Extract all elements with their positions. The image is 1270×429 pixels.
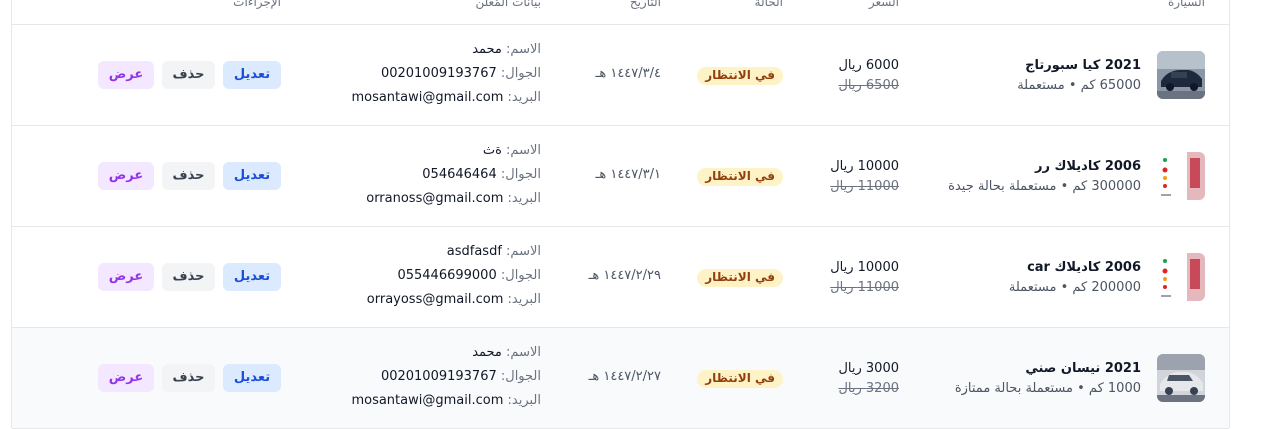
car-thumbnail[interactable]: [1157, 152, 1205, 200]
edit-button[interactable]: تعديل: [223, 263, 281, 291]
header-seller: بيانات المُعلن: [475, 0, 541, 9]
view-button[interactable]: عرض: [98, 162, 154, 190]
status-badge: في الانتظار: [697, 67, 783, 85]
table-row: 2021 نيسان صني 1000 كم • مستعملة بحالة م…: [12, 328, 1229, 429]
status-badge: في الانتظار: [697, 370, 783, 388]
seller-name: الاسم: محمد: [472, 345, 541, 360]
car-title: 2021 نيسان صني: [1025, 361, 1141, 376]
header-actions: الإجراءات: [233, 0, 281, 9]
listing-date: ١٤٤٧/٢/٢٧ هـ: [588, 369, 661, 384]
edit-button[interactable]: تعديل: [223, 364, 281, 392]
car-subtitle: 300000 كم • مستعملة بحالة جيدة: [948, 179, 1141, 194]
header-car: السيارة: [1167, 0, 1205, 9]
seller-email: البريد: orrayoss@gmail.com: [366, 292, 541, 307]
edit-button[interactable]: تعديل: [223, 162, 281, 190]
old-price: 3200 ريال: [838, 381, 899, 396]
car-subtitle: 1000 كم • مستعملة بحالة ممتازة: [954, 381, 1141, 396]
car-thumbnail[interactable]: [1157, 253, 1205, 301]
car-title: 2021 كيا سبورتاج: [1025, 58, 1141, 73]
status-badge: في الانتظار: [697, 269, 783, 287]
seller-phone: الجوال: 00201009193767: [380, 66, 541, 81]
header-date: التاريخ: [629, 0, 661, 9]
seller-phone: الجوال: 00201009193767: [380, 369, 541, 384]
header-status: الحالة: [754, 0, 783, 9]
seller-phone: الجوال: 055446699000: [397, 268, 541, 283]
car-title: 2006 كاديلاك رر: [1035, 159, 1141, 174]
car-subtitle: 200000 كم • مستعملة: [1008, 280, 1141, 295]
delete-button[interactable]: حذف: [162, 263, 215, 291]
listing-date: ١٤٤٧/٣/٤ هـ: [595, 66, 661, 81]
delete-button[interactable]: حذف: [162, 364, 215, 392]
delete-button[interactable]: حذف: [162, 61, 215, 89]
view-button[interactable]: عرض: [98, 61, 154, 89]
old-price: 11000 ريال: [830, 179, 899, 194]
header-price: السعر: [868, 0, 899, 9]
price: 6000 ريال: [838, 58, 899, 73]
listing-date: ١٤٤٧/٣/١ هـ: [595, 167, 661, 182]
listings-table: السيارة السعر الحالة التاريخ بيانات المُ…: [11, 0, 1230, 429]
status-badge: في الانتظار: [697, 168, 783, 186]
car-title: 2006 كاديلاك car: [1027, 260, 1141, 275]
car-thumbnail[interactable]: [1157, 354, 1205, 402]
view-button[interactable]: عرض: [98, 364, 154, 392]
seller-name: الاسم: asdfasdf: [446, 244, 541, 259]
seller-phone: الجوال: 054646464: [422, 167, 541, 182]
delete-button[interactable]: حذف: [162, 162, 215, 190]
seller-name: الاسم: ةث: [482, 143, 541, 158]
price: 10000 ريال: [830, 159, 899, 174]
table-header: السيارة السعر الحالة التاريخ بيانات المُ…: [12, 0, 1229, 25]
car-thumbnail[interactable]: [1157, 51, 1205, 99]
seller-email: البريد: mosantawi@gmail.com: [351, 393, 541, 408]
seller-email: البريد: mosantawi@gmail.com: [351, 90, 541, 105]
listing-date: ١٤٤٧/٢/٢٩ هـ: [588, 268, 661, 283]
table-row: 2021 كيا سبورتاج 65000 كم • مستعملة 6000…: [12, 25, 1229, 126]
old-price: 11000 ريال: [830, 280, 899, 295]
price: 3000 ريال: [838, 361, 899, 376]
seller-email: البريد: orranoss@gmail.com: [366, 191, 541, 206]
table-row: 2006 كاديلاك رر 300000 كم • مستعملة بحال…: [12, 126, 1229, 227]
edit-button[interactable]: تعديل: [223, 61, 281, 89]
view-button[interactable]: عرض: [98, 263, 154, 291]
seller-name: الاسم: محمد: [472, 42, 541, 57]
old-price: 6500 ريال: [838, 78, 899, 93]
car-subtitle: 65000 كم • مستعملة: [1017, 78, 1141, 93]
table-row: 2006 كاديلاك car 200000 كم • مستعملة 100…: [12, 227, 1229, 328]
price: 10000 ريال: [830, 260, 899, 275]
